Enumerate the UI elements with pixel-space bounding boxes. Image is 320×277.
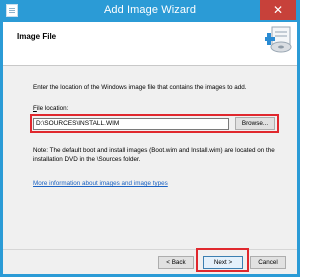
note-text: Note: The default boot and install image… — [33, 147, 275, 163]
wizard-header: Image File — [3, 22, 297, 66]
window-title: Add Image Wizard — [103, 4, 197, 16]
file-location-label: File location: — [33, 105, 68, 112]
wizard-window: Add Image Wizard ✕ Image File Enter the … — [0, 0, 300, 277]
footer-separator — [3, 249, 297, 250]
next-button-highlight — [196, 248, 249, 272]
wizard-client-area: Image File Enter the location of the Win… — [3, 22, 297, 274]
close-button[interactable]: ✕ — [260, 0, 296, 20]
browse-button[interactable]: Browse... — [235, 117, 275, 130]
instruction-text: Enter the location of the Windows image … — [33, 84, 247, 91]
file-location-label-text: ile location: — [36, 105, 69, 112]
back-button[interactable]: < Back — [158, 256, 194, 269]
file-location-input[interactable]: D:\SOURCES\INSTALL.WIM — [33, 118, 229, 130]
add-image-icon — [265, 26, 292, 53]
page-title: Image File — [17, 32, 57, 41]
title-bar[interactable]: Add Image Wizard ✕ — [0, 0, 300, 22]
cancel-button[interactable]: Cancel — [250, 256, 286, 269]
more-info-link[interactable]: More information about images and image … — [33, 180, 168, 187]
